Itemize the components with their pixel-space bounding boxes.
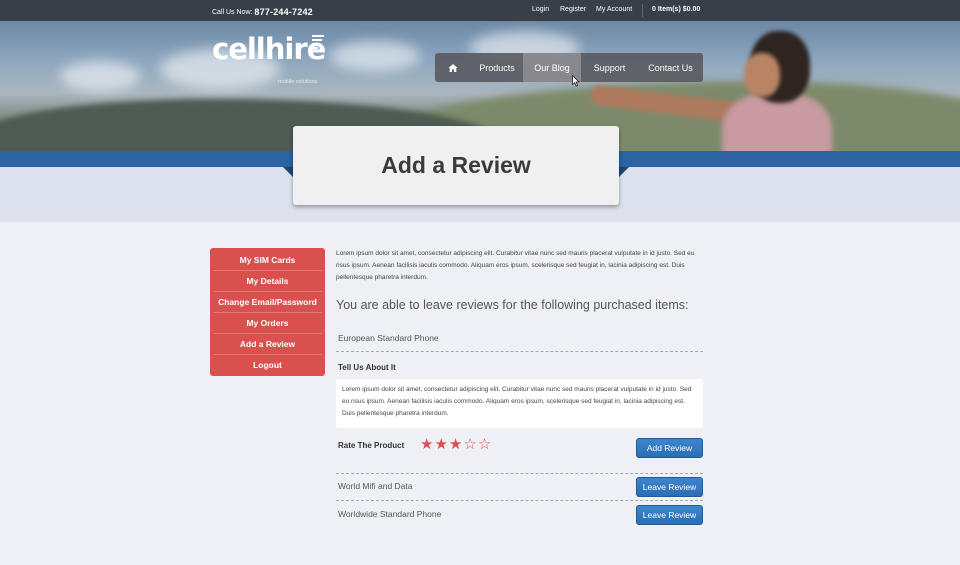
main-content: Lorem ipsum dolor sit amet, consectetur … — [336, 248, 703, 284]
page-title: Add a Review — [381, 152, 531, 178]
divider — [336, 500, 703, 501]
cloud — [60, 61, 140, 91]
leave-review-button[interactable]: Leave Review — [636, 477, 703, 497]
product-name: Worldwide Standard Phone — [338, 509, 442, 519]
review-textarea[interactable]: Lorem ipsum dolor sit amet, consectetur … — [336, 379, 703, 428]
divider — [642, 4, 643, 17]
sidebar-item-logout[interactable]: Logout — [213, 355, 322, 376]
divider — [336, 351, 703, 352]
my-account-link[interactable]: My Account — [596, 6, 632, 13]
product-name: European Standard Phone — [338, 333, 439, 343]
cloud — [330, 41, 420, 71]
call-label: Call Us Now: — [212, 9, 253, 16]
sidebar-item-add-review[interactable]: Add a Review — [213, 334, 322, 355]
nav-support[interactable]: Support — [581, 53, 638, 82]
divider — [336, 473, 703, 474]
sidebar-item-change-email[interactable]: Change Email/Password — [213, 292, 322, 313]
add-review-button[interactable]: Add Review — [636, 438, 703, 458]
logo-signal-icon — [312, 35, 324, 51]
sidebar-item-sim-cards[interactable]: My SIM Cards — [213, 250, 322, 271]
ribbon-fold-right — [619, 167, 629, 177]
call-us: Call Us Now: 877-244-7242 — [212, 6, 313, 17]
nav-contact[interactable]: Contact Us — [638, 53, 703, 82]
rating-label: Rate The Product — [338, 441, 405, 450]
star-filled-icon[interactable]: ★ — [420, 436, 433, 454]
title-card: Add a Review — [293, 126, 619, 205]
phone-number[interactable]: 877-244-7242 — [254, 7, 312, 17]
account-sidebar: My SIM Cards My Details Change Email/Pas… — [210, 248, 325, 376]
logo-tagline: mobile solutions — [278, 79, 318, 85]
cart-summary[interactable]: 0 Item(s) $0.00 — [652, 6, 700, 13]
star-empty-icon[interactable]: ☆ — [478, 436, 491, 454]
logo-wordmark: cellhire — [212, 32, 326, 66]
top-bar: Call Us Now: 877-244-7242 Login Register… — [0, 0, 960, 21]
star-empty-icon[interactable]: ☆ — [463, 436, 476, 454]
sidebar-item-details[interactable]: My Details — [213, 271, 322, 292]
register-link[interactable]: Register — [560, 6, 586, 13]
section-heading: You are able to leave reviews for the fo… — [336, 298, 689, 312]
hero-person — [589, 31, 850, 152]
main-nav: Products Our Blog Support Contact Us — [435, 53, 703, 82]
nav-home[interactable] — [435, 53, 471, 82]
mouse-pointer-icon — [572, 75, 580, 87]
star-filled-icon[interactable]: ★ — [434, 436, 447, 454]
product-name: World Mifi and Data — [338, 481, 413, 491]
sidebar-item-orders[interactable]: My Orders — [213, 313, 322, 334]
nav-products[interactable]: Products — [471, 53, 523, 82]
star-filled-icon[interactable]: ★ — [449, 436, 462, 454]
login-link[interactable]: Login — [532, 6, 549, 13]
ribbon-fold-left — [283, 167, 293, 177]
star-rating[interactable]: ★ ★ ★ ☆ ☆ — [420, 436, 491, 454]
home-icon — [448, 63, 458, 72]
review-label: Tell Us About It — [338, 363, 396, 372]
intro-paragraph: Lorem ipsum dolor sit amet, consectetur … — [336, 250, 695, 281]
leave-review-button[interactable]: Leave Review — [636, 505, 703, 525]
site-logo[interactable]: cellhire mobile solutions — [212, 32, 326, 85]
